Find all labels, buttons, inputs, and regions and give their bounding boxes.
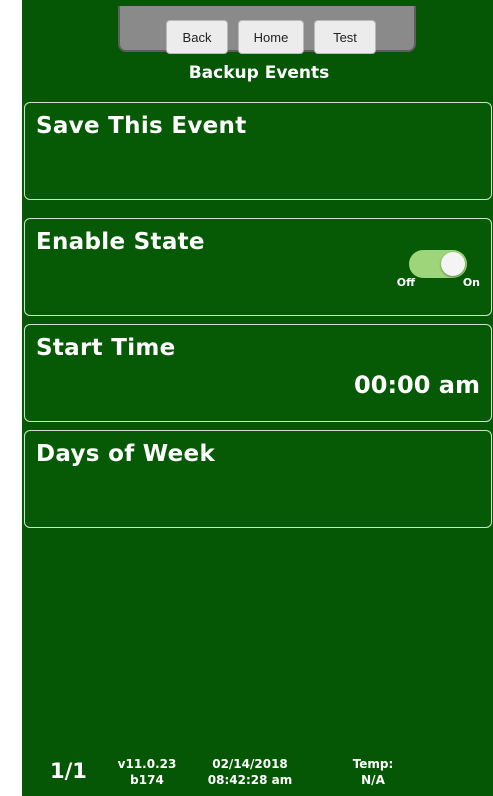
- time-readout: 08:42:28 am: [207, 773, 293, 787]
- enable-state-label: Enable State: [36, 229, 205, 255]
- temp-value: N/A: [361, 773, 385, 787]
- device-screen: Back Home Test Backup Events Save This E…: [22, 0, 493, 796]
- save-event-button[interactable]: Save This Event: [24, 102, 492, 200]
- enable-state-toggle[interactable]: [409, 250, 467, 278]
- save-event-label: Save This Event: [36, 113, 247, 139]
- build-number: b174: [130, 773, 164, 787]
- enable-state-card[interactable]: Enable State Off On: [24, 218, 492, 316]
- home-button[interactable]: Home: [238, 20, 304, 54]
- temp-info: Temp: N/A: [338, 756, 408, 788]
- test-button[interactable]: Test: [314, 20, 376, 54]
- temp-label: Temp:: [352, 757, 394, 771]
- version-number: v11.0.23: [117, 757, 177, 771]
- toggle-knob[interactable]: [441, 252, 465, 276]
- days-of-week-card[interactable]: Days of Week: [24, 430, 492, 528]
- page-title: Backup Events: [188, 63, 330, 83]
- nav-tray: Back Home Test: [118, 6, 416, 54]
- start-time-card[interactable]: Start Time 00:00 am: [24, 324, 492, 422]
- days-of-week-label: Days of Week: [36, 441, 216, 467]
- datetime-info: 02/14/2018 08:42:28 am: [200, 756, 300, 788]
- version-info: v11.0.23 b174: [112, 756, 182, 788]
- date-readout: 02/14/2018: [212, 757, 288, 771]
- page-indicator: 1/1: [50, 759, 87, 783]
- back-button[interactable]: Back: [166, 20, 228, 54]
- start-time-label: Start Time: [36, 335, 176, 361]
- toggle-off-label: Off: [396, 276, 415, 289]
- start-time-value: 00:00 am: [354, 371, 480, 399]
- toggle-on-label: On: [462, 276, 480, 289]
